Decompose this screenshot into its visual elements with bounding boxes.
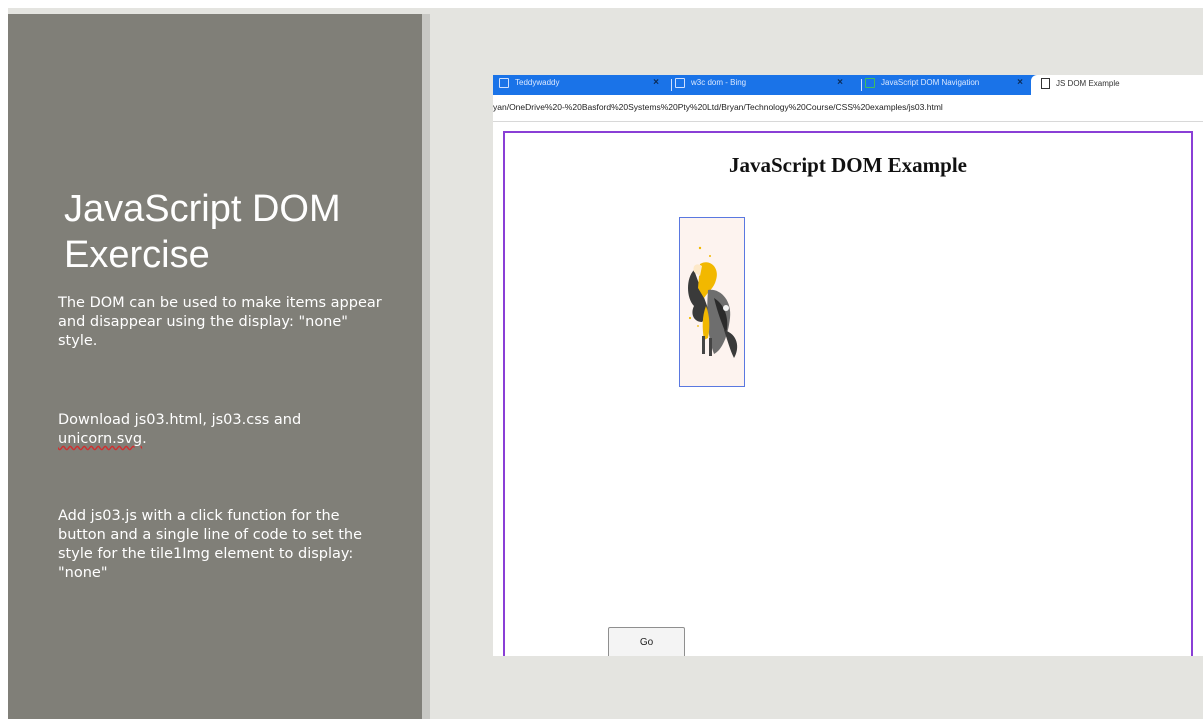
unicorn-file-name: unicorn.svg: [58, 431, 143, 447]
slide-paragraph-download: Download js03.html, js03.css and unicorn…: [58, 411, 388, 449]
tab-close-icon[interactable]: ×: [837, 75, 843, 91]
panel-divider: [422, 14, 430, 719]
page-heading: JavaScript DOM Example: [729, 153, 967, 177]
document-icon: [1041, 78, 1050, 90]
url-text[interactable]: yan/OneDrive%20-%20Basford%20Systems%20P…: [493, 102, 943, 112]
slide-paragraph-task: Add js03.js with a click function for th…: [58, 508, 363, 581]
tab-favicon-icon: [865, 77, 875, 88]
tab-teddywaddy[interactable]: Teddywaddy ×: [493, 75, 693, 95]
tab-label: JavaScript DOM Navigation: [881, 78, 980, 87]
tab-label: JS DOM Example: [1056, 79, 1120, 88]
tab-javascript-dom-navigation[interactable]: JavaScript DOM Navigation ×: [859, 75, 1027, 95]
unicorn-icon: [688, 246, 738, 358]
slide-text-panel: [8, 14, 422, 719]
tab-js-dom-example[interactable]: JS DOM Example: [1031, 75, 1203, 95]
go-button[interactable]: Go: [608, 627, 685, 656]
download-text-end: .: [142, 431, 147, 447]
tile1-image: [679, 217, 745, 387]
download-text: Download js03.html, js03.css and: [58, 412, 302, 428]
tab-favicon-icon: [499, 77, 509, 88]
web-page-content: JavaScript DOM Example Go: [503, 131, 1193, 656]
slide-paragraph-intro: The DOM can be used to make items appear…: [58, 295, 382, 349]
tab-label: Teddywaddy: [515, 78, 560, 87]
browser-tab-bar: Teddywaddy × w3c dom - Bing × JavaScript…: [493, 75, 1203, 95]
browser-screenshot: Teddywaddy × w3c dom - Bing × JavaScript…: [493, 75, 1203, 656]
bing-icon: [675, 77, 685, 88]
address-bar[interactable]: yan/OneDrive%20-%20Basford%20Systems%20P…: [493, 95, 1203, 122]
tab-close-icon[interactable]: ×: [1017, 75, 1023, 91]
tab-label: w3c dom - Bing: [691, 78, 747, 87]
tab-close-icon[interactable]: ×: [653, 75, 659, 91]
tab-w3c-dom-bing[interactable]: w3c dom - Bing ×: [669, 75, 879, 95]
slide-title: JavaScript DOM Exercise: [64, 188, 341, 276]
